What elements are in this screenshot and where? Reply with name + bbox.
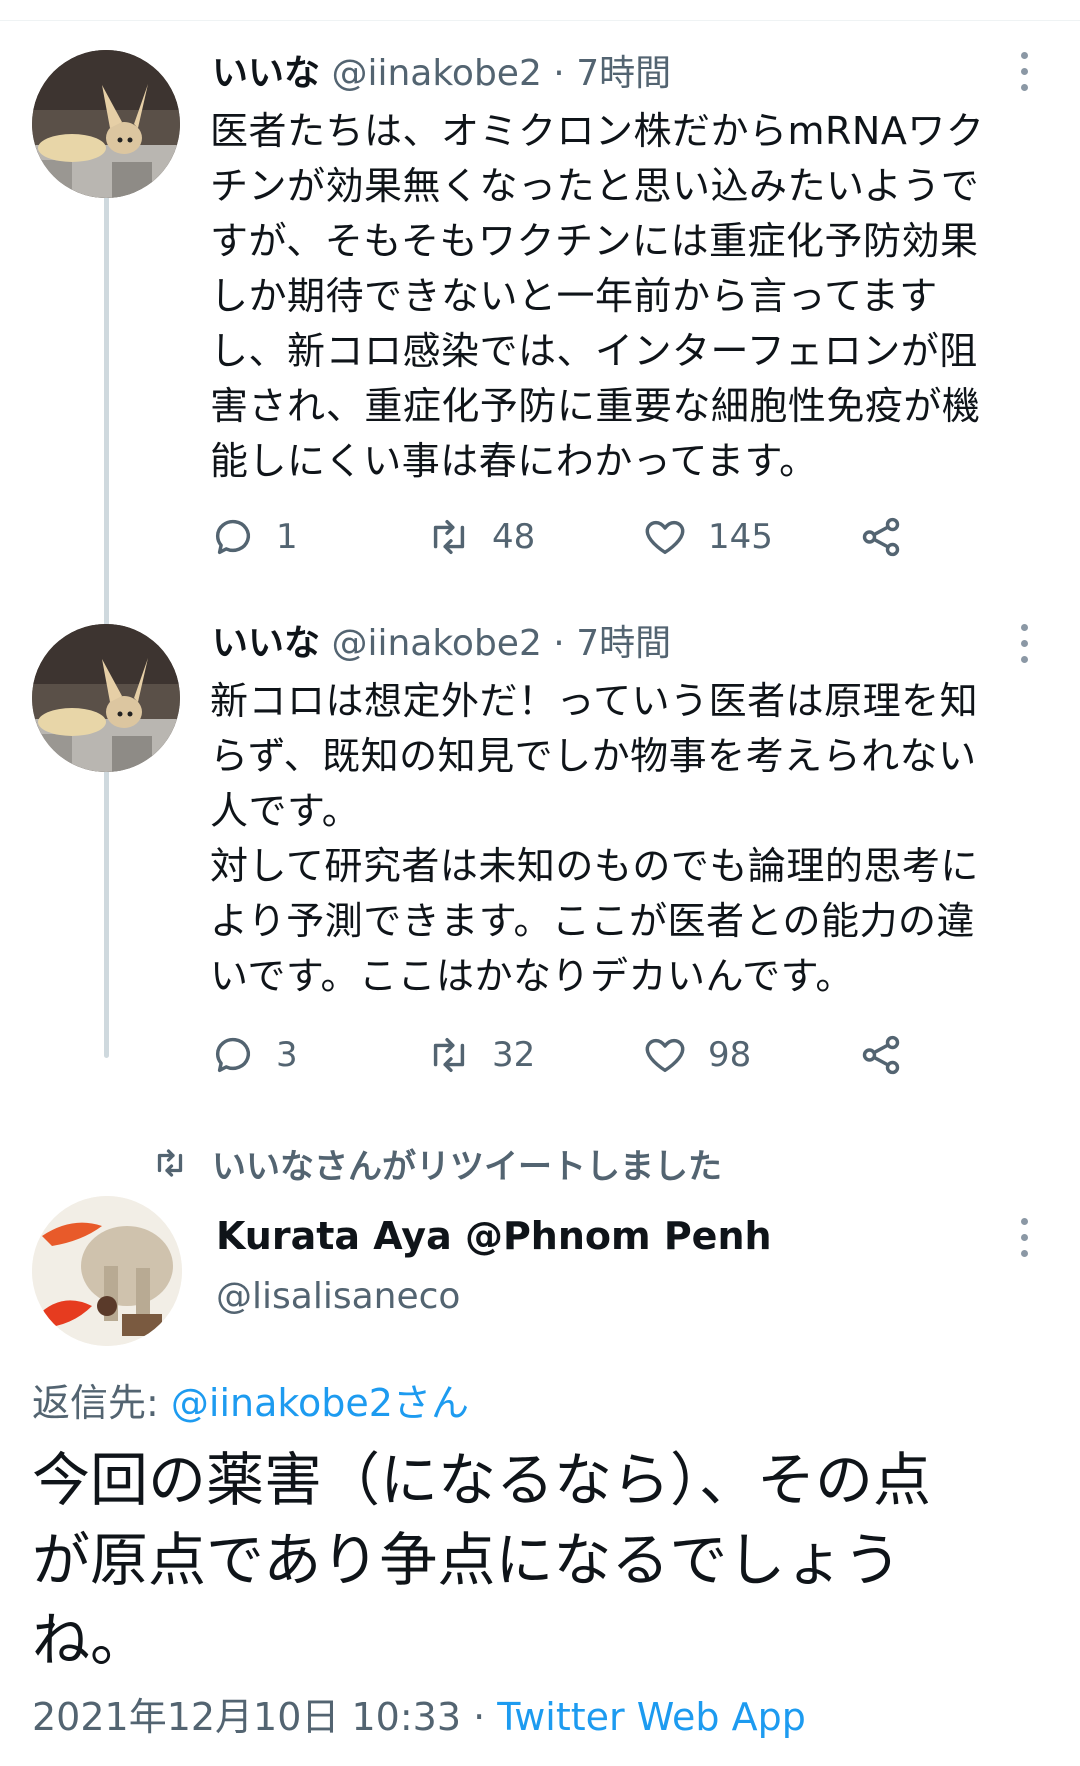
tweet-text: 新コロは想定外だ！っていう医者は原理を知 らず、既知の知見でしか物事を考えられな… bbox=[210, 679, 979, 998]
retweet-notice[interactable]: いいなさんがリツイートしました bbox=[152, 1138, 722, 1188]
share-button[interactable] bbox=[858, 512, 904, 562]
like-count: 145 bbox=[708, 517, 773, 557]
tweet-datetime[interactable]: 2021年12月10日 10:33 bbox=[32, 1695, 461, 1739]
heart-icon bbox=[645, 520, 685, 555]
tweet-text: 医者たちは、オミクロン株だからmRNAワク チンが効果無くなったと思い込みたいよ… bbox=[210, 109, 985, 483]
retweet-arrows-icon bbox=[157, 1149, 183, 1177]
reply-count: 1 bbox=[276, 517, 298, 557]
speech-bubble-icon bbox=[215, 1037, 251, 1073]
reply-target-link[interactable]: @iinakobe2さん bbox=[171, 1381, 469, 1425]
like-count: 98 bbox=[708, 1035, 752, 1075]
user-handle[interactable]: @iinakobe2 bbox=[331, 53, 541, 94]
reply-button[interactable]: 3 bbox=[210, 1030, 298, 1080]
retweet-notice-text: いいなさんがリツイートしました bbox=[212, 1146, 722, 1187]
display-name[interactable]: いいな bbox=[212, 53, 320, 94]
retweet-count: 32 bbox=[492, 1035, 536, 1075]
more-options-icon[interactable] bbox=[1010, 622, 1040, 666]
user-handle[interactable]: @iinakobe2 bbox=[331, 623, 541, 664]
display-name[interactable]: Kurata Aya @Phnom Penh bbox=[216, 1214, 772, 1258]
tweet-actions: 3 32 98 bbox=[210, 1030, 930, 1080]
tweet-actions: 1 48 145 bbox=[210, 512, 930, 562]
avatar[interactable] bbox=[32, 1196, 182, 1346]
timestamp[interactable]: 7時間 bbox=[576, 53, 671, 94]
retweet-button[interactable]: 32 bbox=[426, 1030, 535, 1080]
like-button[interactable]: 145 bbox=[642, 512, 773, 562]
share-button[interactable] bbox=[858, 1030, 904, 1080]
retweet-arrows-icon bbox=[433, 1037, 465, 1073]
source-app-link[interactable]: Twitter Web App bbox=[497, 1695, 806, 1739]
separator-dot: · bbox=[553, 623, 565, 664]
retweet-count: 48 bbox=[492, 517, 536, 557]
more-options-icon[interactable] bbox=[1010, 50, 1040, 94]
reply-context: 返信先: @iinakobe2さん bbox=[32, 1372, 469, 1427]
speech-bubble-icon bbox=[215, 519, 251, 555]
reply-prefix: 返信先: bbox=[32, 1381, 171, 1425]
avatar[interactable] bbox=[32, 50, 180, 198]
retweet-arrows-icon bbox=[433, 519, 465, 555]
more-options-icon[interactable] bbox=[1010, 1216, 1040, 1260]
share-icon bbox=[862, 1035, 900, 1075]
tweet-header: いいな @iinakobe2 · 7時間 bbox=[212, 622, 671, 666]
reply-count: 3 bbox=[276, 1035, 298, 1075]
heart-icon bbox=[645, 1038, 685, 1073]
tweet-metadata: 2021年12月10日 10:33 · Twitter Web App bbox=[32, 1686, 806, 1741]
share-icon bbox=[862, 517, 900, 557]
top-divider bbox=[0, 0, 1080, 21]
separator-dot: · bbox=[461, 1695, 498, 1739]
reply-button[interactable]: 1 bbox=[210, 512, 298, 562]
separator-dot: · bbox=[553, 53, 565, 94]
retweet-button[interactable]: 48 bbox=[426, 512, 535, 562]
user-handle[interactable]: @lisalisaneco bbox=[216, 1276, 460, 1317]
like-button[interactable]: 98 bbox=[642, 1030, 751, 1080]
display-name[interactable]: いいな bbox=[212, 623, 320, 664]
timestamp[interactable]: 7時間 bbox=[576, 623, 671, 664]
thread-line bbox=[104, 188, 109, 1058]
main-tweet-text: 今回の薬害（になるなら）、その点 が原点であり争点になるでしょう ね。 bbox=[32, 1446, 932, 1674]
avatar[interactable] bbox=[32, 624, 180, 772]
tweet-header: いいな @iinakobe2 · 7時間 bbox=[212, 52, 671, 96]
